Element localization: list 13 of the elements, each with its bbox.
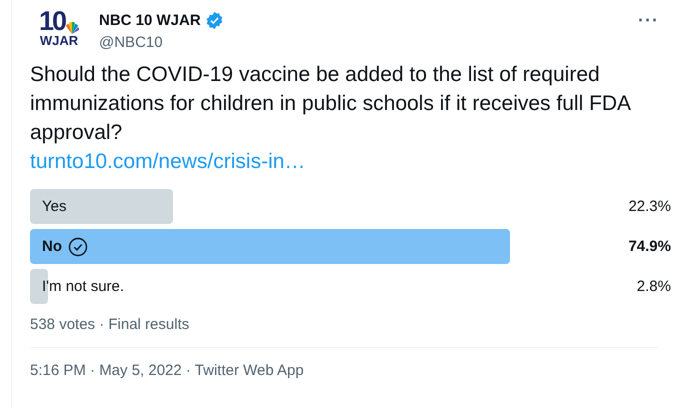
poll-percent: 2.8%: [636, 278, 671, 295]
check-circle-icon: [68, 236, 88, 256]
poll-percent: 22.3%: [627, 198, 671, 215]
account-name[interactable]: NBC 10 WJAR: [99, 12, 201, 29]
tweet-text: Should the COVID-19 vaccine be added to the list of required immunizations for children in public schools if it receives full FDA approval?: [30, 63, 630, 144]
poll-option-label: I'm not sure.: [42, 278, 124, 295]
tweet-timestamp: 5:16 PM · May 5, 2022 · Twitter Web App: [30, 362, 305, 379]
more-options-button[interactable]: ···: [638, 10, 659, 31]
poll-percent: 74.9%: [627, 238, 671, 255]
poll-summary: 538 votes · Final results: [30, 316, 190, 333]
account-handle[interactable]: @NBC10: [99, 34, 638, 51]
poll-option-label: No: [42, 238, 62, 255]
poll-option-label: Yes: [42, 198, 66, 215]
